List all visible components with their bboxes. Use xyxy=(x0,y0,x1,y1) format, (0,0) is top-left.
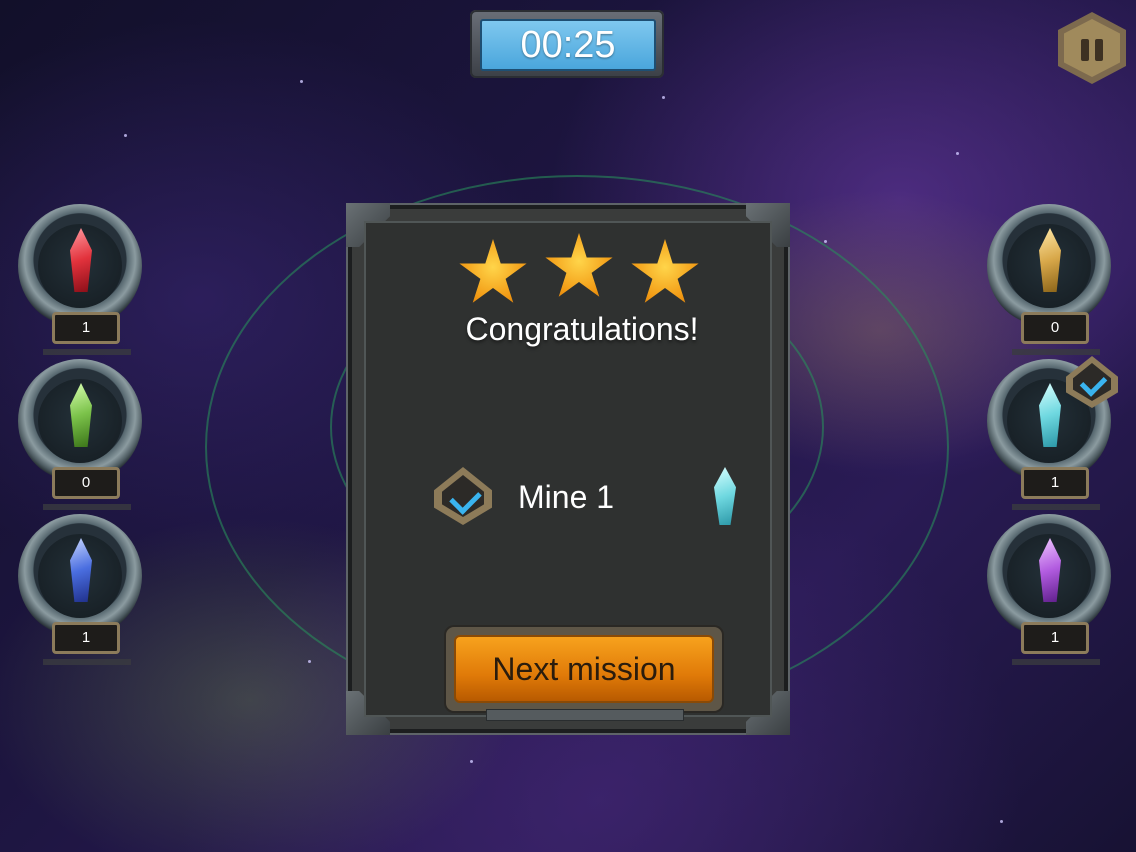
next-mission-label: Next mission xyxy=(454,635,714,703)
timer-display: 00:25 xyxy=(480,19,656,71)
crystal-count: 0 xyxy=(1012,312,1100,355)
star-icon xyxy=(631,239,699,303)
dialog-title: Congratulations! xyxy=(465,311,699,347)
mission-complete-dialog: Congratulations! Mine 1 Next mission xyxy=(346,203,790,735)
cyan-crystal-icon xyxy=(714,467,736,525)
crystal-count: 1 xyxy=(1012,622,1100,665)
objective-label: Mine 1 xyxy=(518,479,615,515)
star-icon xyxy=(459,239,527,303)
timer-frame: 00:25 xyxy=(470,10,664,78)
objective-row: Mine 1 xyxy=(434,467,736,529)
crystal-count: 1 xyxy=(43,622,131,665)
crystal-slot-red: 1 xyxy=(18,204,148,355)
crystal-count: 1 xyxy=(43,312,131,355)
check-badge-icon xyxy=(434,467,492,525)
crystal-slot-gold: 0 xyxy=(987,204,1117,355)
crystal-count: 0 xyxy=(43,467,131,510)
crystal-slot-purple: 1 xyxy=(987,514,1117,665)
crystal-slot-blue: 1 xyxy=(18,514,148,665)
next-mission-button[interactable]: Next mission xyxy=(446,627,722,711)
pause-button[interactable] xyxy=(1058,12,1126,84)
star-icon xyxy=(545,233,613,297)
crystal-slot-green: 0 xyxy=(18,359,148,510)
star-rating xyxy=(458,233,714,319)
pause-icon xyxy=(1064,19,1120,77)
crystal-count: 1 xyxy=(1012,467,1100,510)
